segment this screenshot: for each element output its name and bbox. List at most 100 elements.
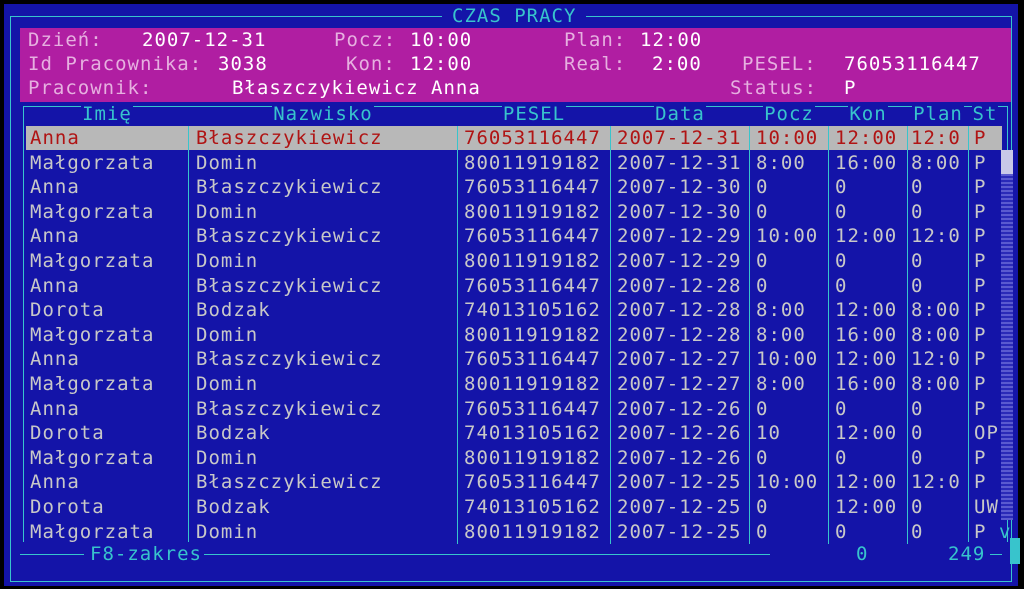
cell-nazwisko: Domin (196, 250, 259, 272)
table-row[interactable]: Małgorzata Domin 80011919182 2007-12-31 8:00… (26, 151, 1002, 175)
cell-nazwisko: Bodzak (196, 422, 271, 445)
cell-plan: 0 (911, 496, 924, 518)
record-header-panel: Dzień: 2007-12-31 Pocz: 10:00 Plan: 12:0… (20, 28, 1011, 102)
column-header-pocz[interactable]: Pocz (750, 102, 828, 126)
column-header-data[interactable]: Data (611, 102, 749, 126)
cell-data: 2007-12-31 (617, 127, 742, 149)
cell-imie: Dorota (30, 422, 105, 445)
cell-pocz: 10:00 (756, 348, 819, 371)
window-title: CZAS PRACY (442, 4, 587, 28)
column-header-nazwisko[interactable]: Nazwisko (189, 102, 457, 126)
cell-pesel: 74013105162 (464, 422, 601, 445)
cell-st: OP (974, 422, 999, 445)
cell-pesel: 76053116447 (464, 127, 601, 149)
cell-st: P (974, 274, 987, 297)
cell-imie: Dorota (30, 496, 105, 518)
cell-imie: Małgorzata (30, 373, 155, 395)
cell-imie: Małgorzata (30, 200, 155, 223)
column-header-kon[interactable]: Kon (829, 102, 907, 126)
column-divider (188, 126, 189, 544)
cell-nazwisko: Domin (196, 373, 259, 395)
cell-kon: 12:00 (835, 348, 898, 371)
real-value: 2:00 (652, 53, 702, 75)
cell-kon: 0 (835, 397, 848, 420)
cell-pocz: 10:00 (756, 471, 819, 494)
real-label: Real: (564, 53, 627, 75)
cell-imie: Małgorzata (30, 446, 155, 469)
table-row[interactable]: Anna Błaszczykiewicz 76053116447 2007-12-26… (26, 397, 1002, 421)
cell-st: P (974, 127, 987, 149)
cell-pocz: 0 (756, 520, 769, 543)
table-row[interactable]: Anna Błaszczykiewicz 76053116447 2007-12-30… (26, 175, 1002, 199)
cell-plan: 0 (911, 446, 924, 469)
pesel-label: PESEL: (742, 53, 817, 75)
table-row[interactable]: Dorota Bodzak 74013105162 2007-12-28 8:00 12:… (26, 298, 1002, 322)
cell-pesel: 76053116447 (464, 225, 601, 248)
column-header-st[interactable]: St (969, 102, 1001, 126)
cell-pocz: 0 (756, 397, 769, 420)
table-row[interactable]: Anna Błaszczykiewicz 76053116447 2007-12-29… (26, 224, 1002, 248)
cell-pocz: 8:00 (756, 151, 806, 174)
table-row[interactable]: Małgorzata Domin 80011919182 2007-12-30 0 0 0 P (26, 200, 1002, 224)
cell-pesel: 76053116447 (464, 274, 601, 297)
dzien-value: 2007-12-31 (142, 29, 267, 51)
column-header-pesel[interactable]: PESEL (458, 102, 610, 126)
scrollbar-thumb[interactable] (1001, 150, 1013, 174)
cell-data: 2007-12-27 (617, 348, 742, 371)
cell-plan: 12:0 (911, 127, 961, 149)
cell-st: P (974, 176, 987, 199)
cell-data: 2007-12-29 (617, 250, 742, 272)
f8-zakres-hint[interactable]: F8-zakres (90, 542, 202, 566)
table-row[interactable]: Dorota Bodzak 74013105162 2007-12-26 10 12:00… (26, 421, 1002, 445)
table-row[interactable]: Anna Błaszczykiewicz 76053116447 2007-12-25… (26, 470, 1002, 494)
table-row[interactable]: Anna Błaszczykiewicz 76053116447 2007-12-31… (26, 126, 1002, 150)
cell-data: 2007-12-25 (617, 496, 742, 518)
cell-plan: 12:0 (911, 348, 961, 371)
table-row[interactable]: Anna Błaszczykiewicz 76053116447 2007-12-28… (26, 274, 1002, 298)
cell-st: P (974, 446, 987, 469)
cell-plan: 8:00 (911, 323, 961, 346)
cell-data: 2007-12-25 (617, 520, 742, 543)
range-end: 249 (948, 542, 986, 566)
table-row[interactable]: Małgorzata Domin 80011919182 2007-12-26 0 0 0 P (26, 446, 1002, 470)
cell-kon: 12:00 (835, 225, 898, 248)
cell-nazwisko: Bodzak (196, 496, 271, 518)
cell-kon: 12:00 (835, 471, 898, 494)
cell-pocz: 8:00 (756, 299, 806, 322)
cell-data: 2007-12-26 (617, 422, 742, 445)
cell-data: 2007-12-27 (617, 373, 742, 395)
cell-nazwisko: Błaszczykiewicz (196, 471, 383, 494)
status-label: Status: (730, 77, 818, 99)
cell-st: P (974, 348, 987, 371)
column-divider (610, 126, 611, 544)
cell-imie: Dorota (30, 299, 105, 322)
table-row[interactable]: Małgorzata Domin 80011919182 2007-12-28 8:00… (26, 323, 1002, 347)
table-row[interactable]: Dorota Bodzak 74013105162 2007-12-25 0 12:00 0… (26, 495, 1002, 519)
vertical-scrollbar-track[interactable] (1001, 150, 1013, 520)
cell-data: 2007-12-26 (617, 397, 742, 420)
cell-kon: 0 (835, 520, 848, 543)
cell-kon: 12:00 (835, 422, 898, 445)
column-header-imie[interactable]: Imię (26, 102, 188, 126)
dzien-label: Dzień: (28, 29, 103, 51)
table-row[interactable]: Małgorzata Domin 80011919182 2007-12-25 0 0 0 P (26, 520, 1002, 544)
cell-nazwisko: Błaszczykiewicz (196, 274, 383, 297)
cell-st: P (974, 373, 987, 395)
range-start: 0 (856, 542, 869, 566)
cell-imie: Anna (30, 176, 80, 199)
cell-pocz: 0 (756, 250, 769, 272)
column-divider (457, 126, 458, 544)
column-header-plan[interactable]: Plan (908, 102, 968, 126)
cell-data: 2007-12-26 (617, 446, 742, 469)
cell-imie: Anna (30, 397, 80, 420)
cell-st: P (974, 323, 987, 346)
cell-data: 2007-12-30 (617, 176, 742, 199)
cell-pesel: 76053116447 (464, 471, 601, 494)
cell-data: 2007-12-28 (617, 274, 742, 297)
cell-imie: Małgorzata (30, 323, 155, 346)
table-row[interactable]: Małgorzata Domin 80011919182 2007-12-27 8:00… (26, 372, 1002, 396)
table-row[interactable]: Małgorzata Domin 80011919182 2007-12-29 0 0 0 P (26, 249, 1002, 273)
pocz-value: 10:00 (410, 29, 473, 51)
table-row[interactable]: Anna Błaszczykiewicz 76053116447 2007-12-27… (26, 347, 1002, 371)
kon-value: 12:00 (410, 53, 473, 75)
